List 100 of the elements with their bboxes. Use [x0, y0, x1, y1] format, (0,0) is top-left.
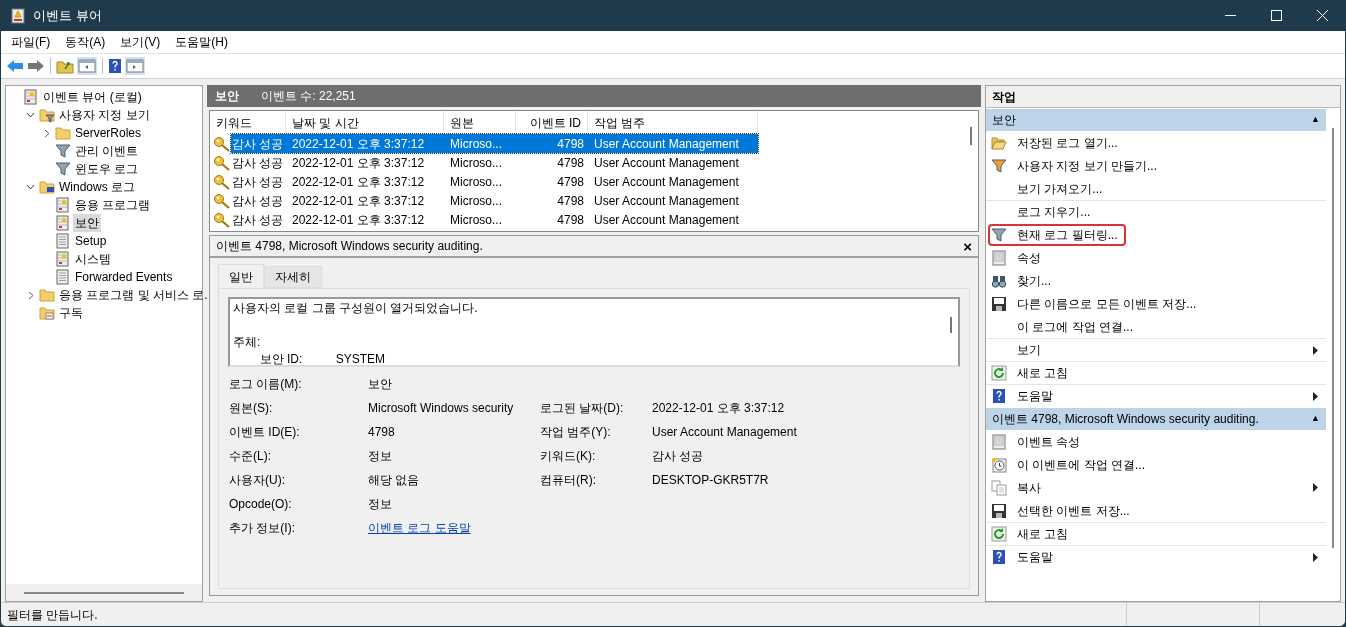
field-value: DESKTOP-GKR5T7R: [652, 472, 769, 489]
action-item[interactable]: 이 로그에 작업 연결...: [991, 315, 1139, 338]
field-value: 보안: [368, 376, 393, 393]
action-item[interactable]: 로그 지우기...: [991, 201, 1097, 223]
menu-item[interactable]: 도움말(H): [169, 33, 234, 51]
action-item[interactable]: 새로 고침: [991, 523, 1075, 545]
tab[interactable]: 자세히: [264, 266, 322, 288]
funnel-icon: [991, 157, 1007, 174]
action-item[interactable]: 보기: [991, 339, 1047, 361]
folder-funnel-icon: [39, 107, 55, 123]
refresh-icon: [991, 526, 1007, 542]
section-title: 보안: [992, 112, 1016, 129]
close-icon[interactable]: [1316, 10, 1328, 21]
action-item[interactable]: 선택한 이벤트 저장...: [991, 499, 1136, 522]
field-label: 로그된 날짜(D):: [540, 400, 625, 417]
table-cell-text: 4798: [556, 211, 585, 229]
table-cell-text: User Account Management: [593, 211, 740, 229]
status-text: 필터를 만듭니다.: [6, 606, 99, 624]
folder-icon: [55, 125, 71, 141]
chevron-down-icon[interactable]: [26, 112, 35, 118]
maximize-icon[interactable]: [1270, 10, 1282, 21]
folder-icon: [39, 287, 55, 303]
key-icon: [213, 154, 231, 171]
table-cell-text: 감사 성공: [231, 192, 285, 210]
field-value: Microsoft Windows security: [368, 400, 515, 417]
field-value: 감사 성공: [652, 448, 704, 465]
event-row[interactable]: 감사 성공 2022-12-01 오후 3:37:12 Microso... 4798 User Account Management: [231, 153, 758, 172]
funnel-icon: [55, 161, 71, 177]
tree-item[interactable]: 응용 프로그램 및 서비스 로.: [57, 286, 210, 304]
menu-item[interactable]: 파일(F): [5, 33, 57, 51]
event-row[interactable]: 감사 성공 2022-12-01 오후 3:37:12 Microso... 4798 User Account Management: [231, 210, 758, 229]
close-button[interactable]: ×: [963, 238, 972, 254]
open-folder-icon: [991, 134, 1007, 151]
action-item[interactable]: 현재 로그 필터링...: [988, 223, 1126, 246]
action-item[interactable]: 사용자 지정 보기 만들기...: [991, 154, 1163, 177]
menu-item[interactable]: 보기(V): [114, 33, 167, 51]
event-count: 이벤트 수: 22,251: [261, 88, 356, 105]
section-header[interactable]: 보안 ▲: [986, 109, 1326, 131]
action-item[interactable]: 도움말: [991, 385, 1059, 407]
log-name: 보안: [215, 88, 239, 105]
collapse-toggle[interactable]: ▲: [1311, 412, 1320, 426]
event-row[interactable]: 감사 성공 2022-12-01 오후 3:37:12 Microso... 4798 User Account Management: [231, 172, 758, 191]
tree-item[interactable]: 관리 이벤트: [73, 142, 141, 160]
action-item[interactable]: 보기 가져오기...: [991, 177, 1109, 200]
action-item[interactable]: 찾기...: [991, 269, 1057, 292]
tree-item[interactable]: 보안: [73, 214, 101, 232]
tree-item[interactable]: 윈도우 로그: [73, 160, 141, 178]
table-cell-text: 2022-12-01 오후 3:37:12: [291, 192, 426, 210]
field-value: User Account Management: [652, 424, 797, 441]
table-cell-text: 4798: [556, 192, 585, 210]
action-item[interactable]: 다른 이름으로 모든 이벤트 저장...: [991, 292, 1203, 315]
back-arrow-icon[interactable]: [6, 59, 24, 73]
field-label: 키워드(K):: [540, 448, 597, 465]
tree-item[interactable]: Setup: [73, 232, 109, 250]
table-cell-text: 4798: [556, 173, 585, 191]
forward-arrow-icon[interactable]: [27, 59, 45, 73]
chevron-right-icon[interactable]: [43, 128, 50, 138]
folder-computer-icon: [39, 179, 55, 195]
collapse-toggle[interactable]: ▲: [1311, 113, 1320, 127]
tree-item[interactable]: 이벤트 뷰어 (로컬): [41, 88, 144, 106]
table-cell-text: 4798: [556, 135, 585, 153]
tree-item[interactable]: 사용자 지정 보기: [57, 106, 152, 124]
action-item[interactable]: 이벤트 속성: [991, 430, 1087, 453]
log-icon: [55, 197, 71, 213]
event-row[interactable]: 감사 성공 2022-12-01 오후 3:37:12 Microso... 4798 User Account Management: [231, 191, 758, 210]
section-header[interactable]: 이벤트 4798, Microsoft Windows security auditing. ▲: [986, 408, 1326, 430]
tree-item[interactable]: 응용 프로그램: [73, 196, 153, 214]
table-cell-text: User Account Management: [593, 154, 740, 172]
folder-up-icon[interactable]: [56, 58, 74, 74]
help-icon[interactable]: [108, 58, 122, 74]
panel-icon[interactable]: [77, 57, 97, 75]
table-cell-text: 감사 성공: [231, 135, 285, 153]
tree-item[interactable]: 구독: [57, 304, 85, 322]
tree-item[interactable]: Forwarded Events: [73, 268, 175, 286]
menu-item[interactable]: 동작(A): [59, 33, 112, 51]
action-item[interactable]: 속성: [991, 246, 1047, 269]
key-icon: [213, 135, 231, 152]
refresh-icon: [991, 365, 1007, 381]
chevron-right-icon[interactable]: [27, 290, 34, 300]
tree-item[interactable]: ServerRoles: [73, 124, 144, 142]
tree-item[interactable]: 시스템: [73, 250, 113, 268]
action-item[interactable]: 이 이벤트에 작업 연결...: [991, 453, 1151, 476]
table-cell-text: 2022-12-01 오후 3:37:12: [291, 211, 426, 229]
field-label: 사용자(U):: [229, 472, 286, 489]
tab[interactable]: 일반: [218, 264, 264, 288]
tree-item[interactable]: Windows 로그: [57, 178, 137, 196]
table-cell-text: Microso...: [449, 135, 503, 153]
action-item[interactable]: 도움말: [991, 546, 1059, 568]
field-label: 작업 범주(Y):: [540, 424, 612, 441]
event-row[interactable]: 감사 성공 2022-12-01 오후 3:37:12 Microso... 4798 User Account Management: [231, 134, 758, 153]
chevron-down-icon[interactable]: [26, 184, 35, 190]
field-value: 해당 없음: [368, 472, 421, 489]
field-label: 원본(S):: [229, 400, 274, 417]
event-detail-title: 이벤트 4798, Microsoft Windows security auditing.: [216, 238, 483, 255]
table-cell-text: Microso...: [449, 192, 503, 210]
action-item[interactable]: 저장된 로그 열기...: [991, 131, 1124, 154]
action-item[interactable]: 새로 고침: [991, 362, 1075, 384]
help-link[interactable]: 이벤트 로그 도움말: [368, 519, 471, 537]
action-item[interactable]: 복사: [991, 476, 1047, 499]
horizontal-scrollbar[interactable]: [6, 584, 202, 601]
